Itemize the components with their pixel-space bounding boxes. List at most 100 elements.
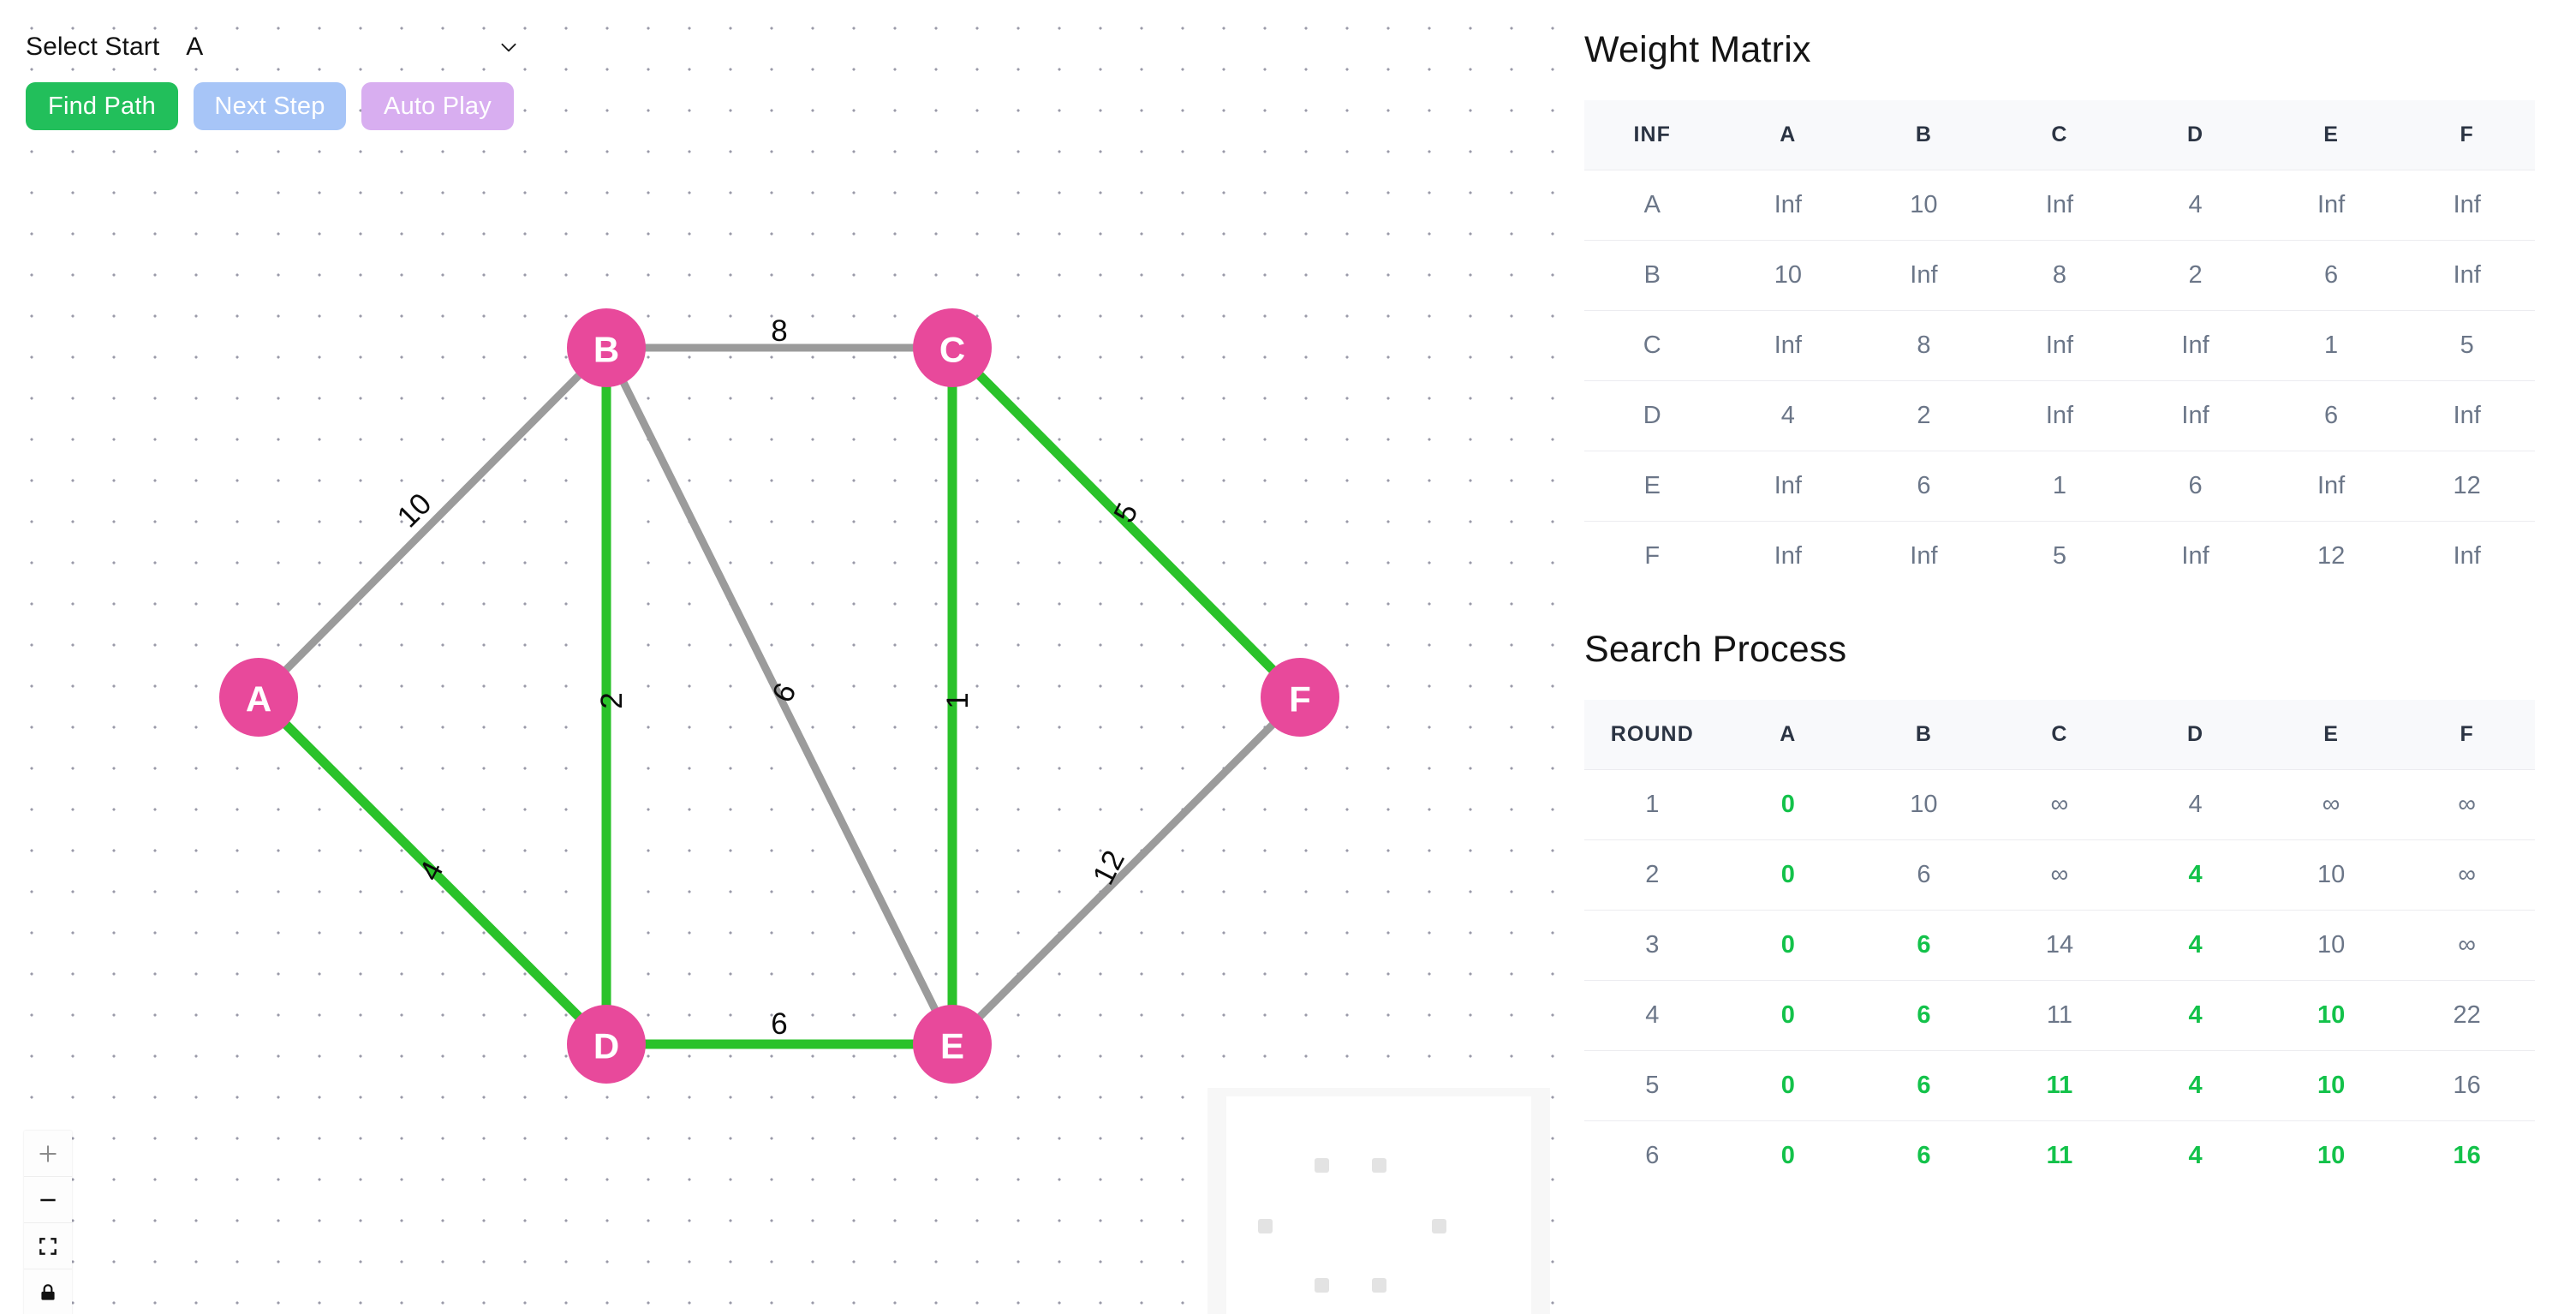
weight-matrix-cell: 8 xyxy=(1856,310,1992,381)
search-process-col-header: A xyxy=(1720,700,1857,770)
graph-canvas[interactable]: 10 8 2 6 1 5 4 6 12 ABCDEF Select Start A Find P… xyxy=(0,0,1569,1314)
action-buttons: Find Path Next Step Auto Play xyxy=(26,82,528,130)
weight-matrix-cell: 5 xyxy=(2399,310,2535,381)
graph-node-D[interactable]: D xyxy=(567,1005,646,1084)
search-process-cell: 0 xyxy=(1720,1120,1857,1191)
search-process-round: 2 xyxy=(1584,839,1720,911)
weight-matrix-col-header: E xyxy=(2263,100,2400,170)
auto-play-button[interactable]: Auto Play xyxy=(361,82,514,130)
weight-matrix-col-header: A xyxy=(1720,100,1857,170)
weight-matrix-table: INF A B C D E F A Inf 10 Inf 4 Inf Inf B 10 Inf 8 2 6 Inf C I… xyxy=(1584,100,2535,591)
weight-matrix-cell: Inf xyxy=(1720,310,1857,381)
graph-node-C[interactable]: C xyxy=(913,308,992,387)
zoom-in-button[interactable] xyxy=(24,1131,72,1177)
search-process-col-header: ROUND xyxy=(1584,700,1720,770)
node-label-A: A xyxy=(246,679,271,720)
minimap-node xyxy=(1315,1158,1329,1173)
edge-weight-label-BD: 2 xyxy=(595,692,629,708)
zoom-out-button[interactable] xyxy=(24,1177,72,1223)
find-path-button[interactable]: Find Path xyxy=(26,82,178,130)
graph-node-F[interactable]: F xyxy=(1261,658,1339,737)
weight-matrix-row: C Inf 8 Inf Inf 1 5 xyxy=(1584,310,2535,381)
search-process-cell: 10 xyxy=(2263,1120,2400,1191)
weight-matrix-cell: 6 xyxy=(2263,240,2400,311)
graph-edge-EF[interactable] xyxy=(949,694,1303,1048)
search-process-cell: 4 xyxy=(2127,1120,2263,1191)
search-process-row: 1 0 10 ∞ 4 ∞ ∞ xyxy=(1584,769,2535,840)
zoom-out-icon xyxy=(37,1189,59,1211)
edge-weight-label-BC: 8 xyxy=(771,314,787,348)
search-process-cell: 10 xyxy=(2263,910,2400,981)
search-process-cell: 4 xyxy=(2127,769,2263,840)
search-process-row: 2 0 6 ∞ 4 10 ∞ xyxy=(1584,839,2535,911)
weight-matrix-head: INF A B C D E F xyxy=(1584,100,2535,170)
edge-weight-label-DE: 6 xyxy=(771,1007,787,1041)
search-process-cell: ∞ xyxy=(1991,839,2128,911)
search-process-cell: 16 xyxy=(2399,1120,2535,1191)
search-process-row: 3 0 6 14 4 10 ∞ xyxy=(1584,910,2535,981)
edge-weight-label-CE: 1 xyxy=(941,692,975,708)
search-process-cell: 6 xyxy=(1856,980,1992,1051)
weight-matrix-cell: Inf xyxy=(1991,310,2128,381)
weight-matrix-cell: 10 xyxy=(1856,170,1992,241)
search-process-row: 6 0 6 11 4 10 16 xyxy=(1584,1120,2535,1191)
weight-matrix-cell: Inf xyxy=(2399,380,2535,451)
graph-node-B[interactable]: B xyxy=(567,308,646,387)
weight-matrix-cell: Inf xyxy=(2127,521,2263,591)
graph-node-E[interactable]: E xyxy=(913,1005,992,1084)
weight-matrix-col-header: C xyxy=(1991,100,2128,170)
weight-matrix-cell: Inf xyxy=(2399,170,2535,241)
search-process-col-header: E xyxy=(2263,700,2400,770)
next-step-button[interactable]: Next Step xyxy=(194,82,346,130)
weight-matrix-cell: 5 xyxy=(1991,521,2128,591)
search-process-round: 5 xyxy=(1584,1050,1720,1121)
lock-button[interactable] xyxy=(24,1269,72,1314)
search-process-cell: 4 xyxy=(2127,910,2263,981)
search-process-cell: 10 xyxy=(2263,839,2400,911)
weight-matrix-cell: 6 xyxy=(1856,451,1992,522)
node-label-D: D xyxy=(593,1026,619,1066)
search-process-round: 1 xyxy=(1584,769,1720,840)
weight-matrix-cell: 6 xyxy=(2263,380,2400,451)
start-node-select[interactable]: A xyxy=(182,26,528,69)
minimap-node xyxy=(1372,1278,1386,1293)
search-process-cell: 6 xyxy=(1856,1050,1992,1121)
search-process-cell: ∞ xyxy=(2263,769,2400,840)
search-process-cell: 14 xyxy=(1991,910,2128,981)
weight-matrix-cell: Inf xyxy=(1720,451,1857,522)
weight-matrix-cell: Inf xyxy=(2127,310,2263,381)
search-process-round: 3 xyxy=(1584,910,1720,981)
search-process-body: 1 0 10 ∞ 4 ∞ ∞ 2 0 6 ∞ 4 10 ∞ 3 0 6 14 4 10 ∞ 4 0 6 11 4 10 22 5 0 6 11… xyxy=(1584,769,2535,1191)
search-process-row: 4 0 6 11 4 10 22 xyxy=(1584,980,2535,1051)
fit-view-button[interactable] xyxy=(24,1223,72,1269)
search-process-cell: 16 xyxy=(2399,1050,2535,1121)
weight-matrix-cell: Inf xyxy=(1991,380,2128,451)
start-node-select-row: Select Start A xyxy=(26,22,528,72)
search-process-title: Search Process xyxy=(1584,629,1847,670)
search-process-cell: 4 xyxy=(2127,1050,2263,1121)
search-process-cell: 6 xyxy=(1856,839,1992,911)
weight-matrix-row-label: E xyxy=(1584,451,1720,522)
search-process-cell: 10 xyxy=(2263,1050,2400,1121)
graph-node-A[interactable]: A xyxy=(219,658,298,737)
search-process-cell: 0 xyxy=(1720,980,1857,1051)
search-process-cell: 11 xyxy=(1991,1050,2128,1121)
weight-matrix-cell: 10 xyxy=(1720,240,1857,311)
search-process-cell: 22 xyxy=(2399,980,2535,1051)
lock-icon xyxy=(37,1281,59,1304)
weight-matrix-cell: 2 xyxy=(1856,380,1992,451)
node-label-C: C xyxy=(939,330,965,370)
chevron-down-icon xyxy=(498,36,520,58)
select-start-label: Select Start xyxy=(26,33,160,61)
weight-matrix-cell: Inf xyxy=(1856,521,1992,591)
weight-matrix-body: A Inf 10 Inf 4 Inf Inf B 10 Inf 8 2 6 Inf C Inf 8 Inf Inf 1… xyxy=(1584,170,2535,591)
minimap[interactable] xyxy=(1208,1088,1550,1314)
graph-edge-AB[interactable] xyxy=(255,344,610,701)
weight-matrix-title: Weight Matrix xyxy=(1584,29,1811,70)
weight-matrix-cell: Inf xyxy=(2399,521,2535,591)
weight-matrix-row: E Inf 6 1 6 Inf 12 xyxy=(1584,451,2535,522)
search-process-col-header: C xyxy=(1991,700,2128,770)
zoom-controls xyxy=(24,1131,72,1314)
weight-matrix-cell: 1 xyxy=(1991,451,2128,522)
weight-matrix-row-label: F xyxy=(1584,521,1720,591)
